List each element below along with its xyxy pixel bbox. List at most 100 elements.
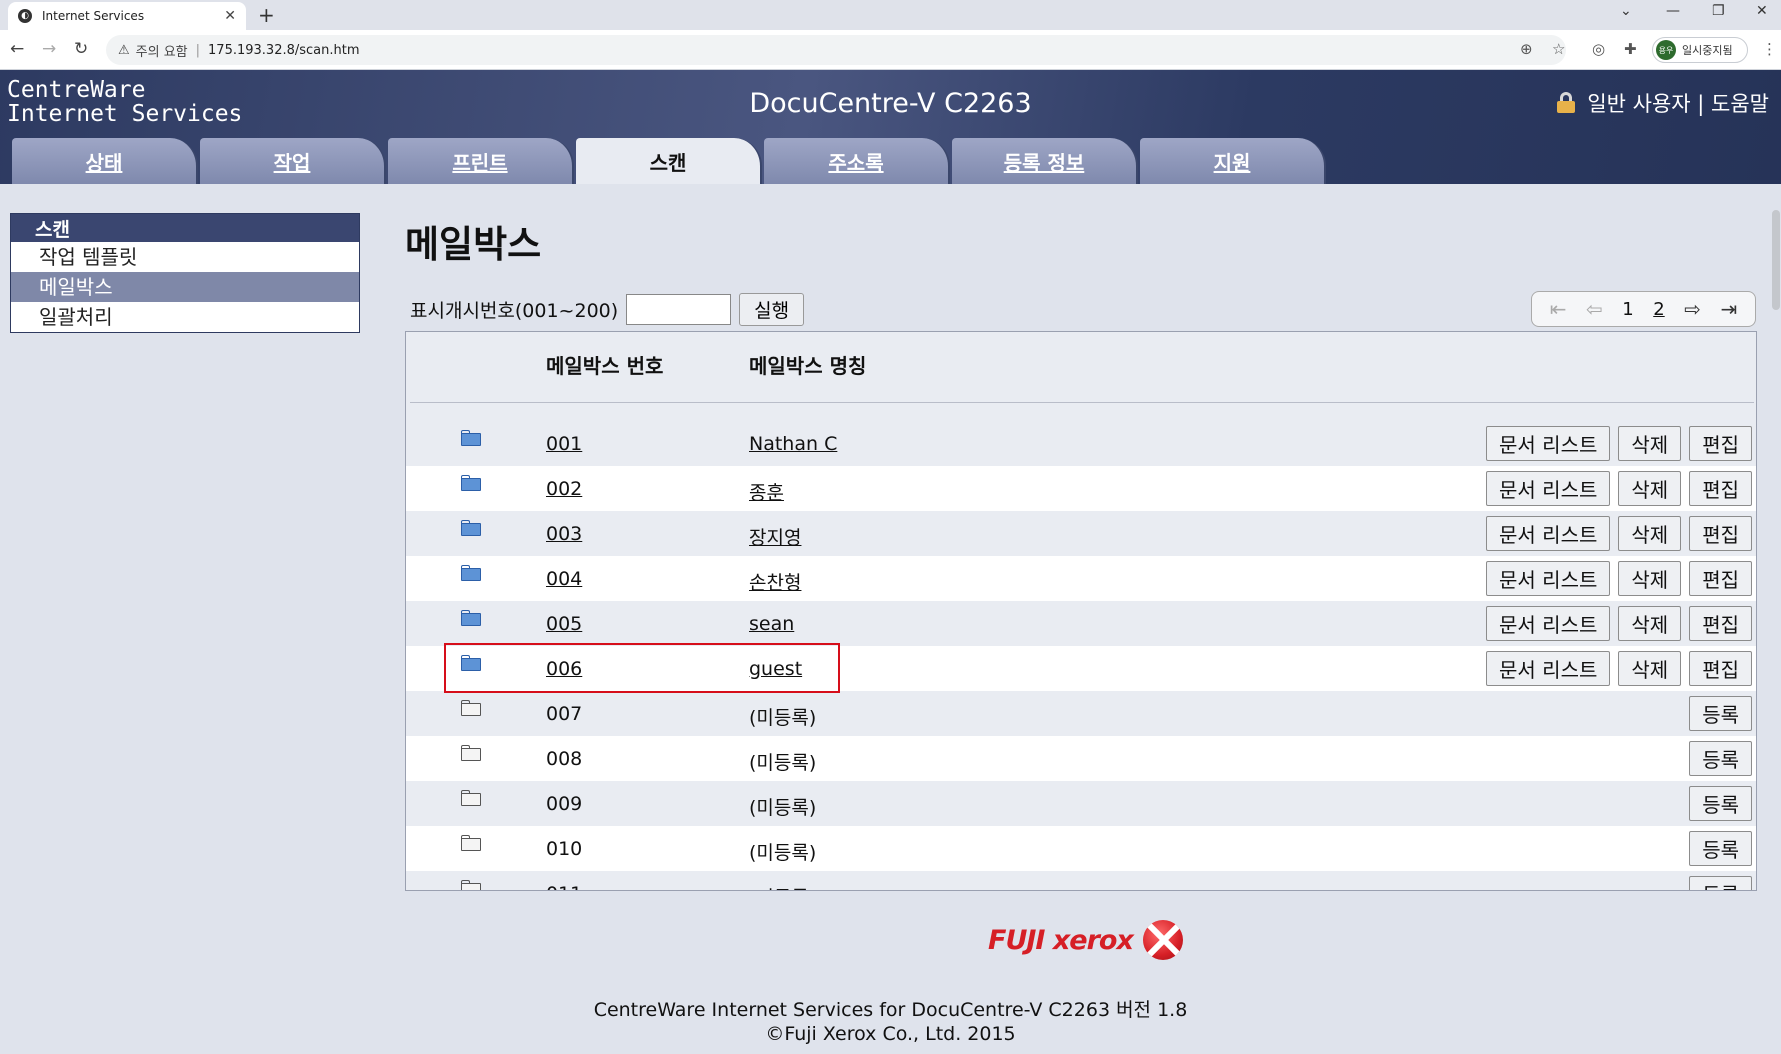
star-icon[interactable]: ☆ bbox=[1552, 40, 1565, 58]
scrollbar-thumb[interactable] bbox=[1772, 210, 1780, 310]
mailbox-name[interactable]: 장지영 bbox=[749, 523, 801, 550]
close-window-icon[interactable]: ✕ bbox=[1756, 3, 1768, 19]
sidebar-item-mailbox[interactable]: 메일박스 bbox=[11, 272, 359, 302]
folder-icon bbox=[461, 835, 481, 851]
row-actions: 등록 bbox=[1689, 786, 1752, 821]
device-name: DocuCentre-V C2263 bbox=[749, 88, 1032, 119]
folder-icon bbox=[461, 430, 481, 446]
delete-button[interactable]: 삭제 bbox=[1618, 651, 1682, 686]
edit-button[interactable]: 편집 bbox=[1689, 561, 1752, 596]
sidebar-item-job-templates[interactable]: 작업 템플릿 bbox=[11, 242, 359, 272]
mailbox-number[interactable]: 001 bbox=[546, 433, 582, 455]
page-2-link[interactable]: 2 bbox=[1653, 299, 1664, 320]
mailbox-name: (미등록) bbox=[749, 707, 817, 729]
row-actions: 문서 리스트 삭제 편집 bbox=[1486, 471, 1752, 506]
folder-icon bbox=[461, 790, 481, 806]
url-text[interactable]: 175.193.32.8/scan.htm bbox=[208, 43, 359, 58]
row-actions: 등록 bbox=[1689, 741, 1752, 776]
register-button[interactable]: 등록 bbox=[1689, 876, 1752, 890]
document-list-button[interactable]: 문서 리스트 bbox=[1486, 561, 1611, 596]
edit-button[interactable]: 편집 bbox=[1689, 471, 1752, 506]
address-bar[interactable]: ⚠ 주의 요함 | 175.193.32.8/scan.htm bbox=[106, 35, 1566, 65]
tab-jobs[interactable]: 작업 bbox=[200, 138, 386, 184]
puzzle-icon[interactable]: ✚ bbox=[1624, 40, 1637, 58]
document-list-button[interactable]: 문서 리스트 bbox=[1486, 516, 1611, 551]
mailbox-number: 010 bbox=[546, 838, 583, 860]
mailbox-name[interactable]: 손찬형 bbox=[749, 568, 801, 595]
tab-properties[interactable]: 등록 정보 bbox=[952, 138, 1138, 184]
menu-icon[interactable]: ⋮ bbox=[1762, 40, 1777, 58]
forward-icon[interactable]: → bbox=[42, 39, 56, 59]
tab-print[interactable]: 프린트 bbox=[388, 138, 574, 184]
last-page-icon[interactable]: ⇥ bbox=[1720, 297, 1737, 321]
document-list-button[interactable]: 문서 리스트 bbox=[1486, 471, 1611, 506]
start-number-input[interactable] bbox=[626, 293, 732, 325]
delete-button[interactable]: 삭제 bbox=[1618, 471, 1682, 506]
register-button[interactable]: 등록 bbox=[1689, 696, 1752, 731]
delete-button[interactable]: 삭제 bbox=[1618, 426, 1682, 461]
edit-button[interactable]: 편집 bbox=[1689, 426, 1752, 461]
mailbox-name: (미등록) bbox=[749, 842, 817, 864]
prev-page-icon[interactable]: ⇦ bbox=[1586, 297, 1603, 321]
app-header: CentreWare Internet Services DocuCentre-… bbox=[0, 70, 1781, 184]
mailbox-name[interactable]: Nathan C bbox=[749, 433, 837, 455]
restore-icon[interactable]: ❐ bbox=[1712, 3, 1725, 19]
delete-button[interactable]: 삭제 bbox=[1618, 561, 1682, 596]
globe-icon: ◐ bbox=[18, 9, 32, 23]
document-list-button[interactable]: 문서 리스트 bbox=[1486, 651, 1611, 686]
folder-icon bbox=[461, 565, 481, 581]
delete-button[interactable]: 삭제 bbox=[1618, 606, 1682, 641]
warning-icon: ⚠ bbox=[118, 42, 130, 58]
mailbox-number[interactable]: 005 bbox=[546, 613, 582, 635]
mailbox-name[interactable]: 종훈 bbox=[749, 478, 784, 505]
zoom-icon[interactable]: ⊕ bbox=[1520, 40, 1533, 58]
page-title: 메일박스 bbox=[405, 223, 542, 266]
edit-button[interactable]: 편집 bbox=[1689, 516, 1752, 551]
tab-search-icon[interactable]: ⌄ bbox=[1620, 3, 1632, 19]
mailbox-name[interactable]: sean bbox=[749, 613, 794, 635]
sidebar-item-batch[interactable]: 일괄처리 bbox=[11, 302, 359, 332]
edit-button[interactable]: 편집 bbox=[1689, 651, 1752, 686]
new-tab-button[interactable]: + bbox=[258, 3, 275, 27]
mailbox-number[interactable]: 004 bbox=[546, 568, 582, 590]
security-warning[interactable]: 주의 요함 bbox=[136, 41, 188, 60]
next-page-icon[interactable]: ⇨ bbox=[1684, 297, 1701, 321]
edit-button[interactable]: 편집 bbox=[1689, 606, 1752, 641]
close-tab-icon[interactable]: ✕ bbox=[224, 8, 236, 24]
sidebar-title[interactable]: 스캔 bbox=[11, 214, 359, 242]
row-actions: 등록 bbox=[1689, 876, 1752, 890]
table-row: 003 장지영 문서 리스트 삭제 편집 bbox=[406, 511, 1756, 556]
table-row: 002 종훈 문서 리스트 삭제 편집 bbox=[406, 466, 1756, 511]
user-menu-text[interactable]: 일반 사용자 | 도움말 bbox=[1587, 88, 1769, 118]
mailbox-name: (미등록) bbox=[749, 797, 817, 819]
mailbox-number[interactable]: 003 bbox=[546, 523, 582, 545]
user-menu[interactable]: 일반 사용자 | 도움말 bbox=[1557, 88, 1769, 118]
reload-icon[interactable]: ↻ bbox=[74, 39, 88, 59]
register-button[interactable]: 등록 bbox=[1689, 786, 1752, 821]
back-icon[interactable]: ← bbox=[10, 39, 24, 59]
mailbox-name: (미등록) bbox=[749, 883, 816, 890]
mailbox-number[interactable]: 002 bbox=[546, 478, 582, 500]
folder-icon bbox=[461, 475, 481, 491]
register-button[interactable]: 등록 bbox=[1689, 831, 1752, 866]
document-list-button[interactable]: 문서 리스트 bbox=[1486, 606, 1611, 641]
tab-scan[interactable]: 스캔 bbox=[576, 138, 762, 184]
run-button[interactable]: 실행 bbox=[739, 292, 805, 326]
browser-tab[interactable]: ◐ Internet Services ✕ bbox=[8, 2, 246, 30]
delete-button[interactable]: 삭제 bbox=[1618, 516, 1682, 551]
table-row: 001 Nathan C 문서 리스트 삭제 편집 bbox=[406, 421, 1756, 466]
tab-address-book[interactable]: 주소록 bbox=[764, 138, 950, 184]
profile-button[interactable]: 용우 일시중지됨 bbox=[1652, 37, 1748, 63]
minimize-icon[interactable]: — bbox=[1666, 3, 1680, 19]
divider: | bbox=[195, 42, 201, 58]
table-row: 004 손찬형 문서 리스트 삭제 편집 bbox=[406, 556, 1756, 601]
extension-icon[interactable]: ◎ bbox=[1592, 40, 1605, 58]
tab-support[interactable]: 지원 bbox=[1140, 138, 1326, 184]
first-page-icon[interactable]: ⇤ bbox=[1550, 297, 1567, 321]
document-list-button[interactable]: 문서 리스트 bbox=[1486, 426, 1611, 461]
tab-status[interactable]: 상태 bbox=[12, 138, 198, 184]
register-button[interactable]: 등록 bbox=[1689, 741, 1752, 776]
avatar: 용우 bbox=[1656, 40, 1676, 60]
jump-label: 표시개시번호(001~200) bbox=[410, 299, 619, 322]
scrollbar[interactable] bbox=[1771, 200, 1781, 890]
